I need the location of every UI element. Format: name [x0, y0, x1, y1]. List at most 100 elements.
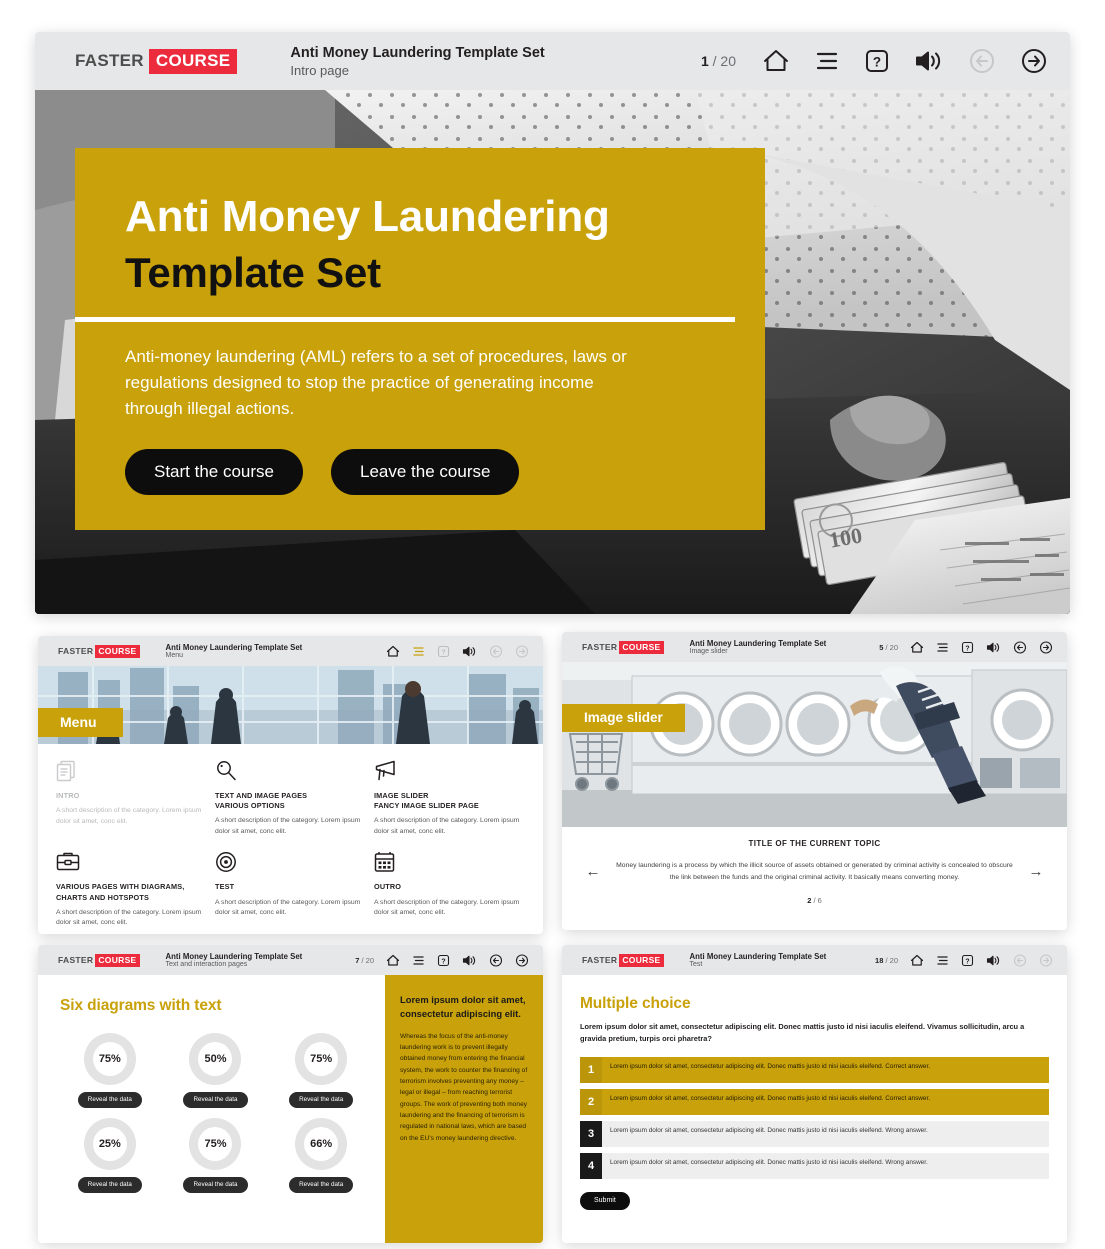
menu-icon[interactable]: [936, 641, 949, 654]
reveal-data-button[interactable]: Reveal the data: [289, 1177, 354, 1193]
sound-icon[interactable]: [462, 645, 477, 658]
menu-item-desc: A short description of the category. Lor…: [56, 908, 202, 927]
course-header: FASTER COURSE Anti Money Laundering Temp…: [562, 632, 1067, 662]
header-nav-icons: ?: [386, 644, 529, 658]
svg-text:?: ?: [965, 958, 969, 965]
intro-page-panel: FASTER COURSE Anti Money Laundering Temp…: [35, 32, 1070, 614]
svg-text:?: ?: [965, 645, 969, 652]
option-text: Lorem ipsum dolor sit amet, consectetur …: [610, 1159, 928, 1167]
svg-text:?: ?: [441, 649, 445, 656]
start-course-button[interactable]: Start the course: [125, 448, 304, 495]
help-icon[interactable]: ?: [864, 48, 890, 74]
course-header: FASTER COURSE Anti Money Laundering Temp…: [38, 945, 543, 975]
diagrams-left-column: Six diagrams with text 75% Reveal the da…: [38, 975, 385, 1243]
side-panel-body: Whereas the focus of the anti-money laun…: [400, 1032, 528, 1142]
menu-icon[interactable]: [936, 954, 949, 967]
briefcase-icon: [56, 851, 207, 873]
reveal-data-button[interactable]: Reveal the data: [183, 1092, 248, 1108]
help-icon[interactable]: ?: [437, 954, 450, 967]
menu-item-image-slider[interactable]: IMAGE SLIDER FANCY IMAGE SLIDER PAGE A s…: [374, 760, 525, 837]
header-nav-icons: ?: [762, 48, 1048, 74]
diagrams-side-panel: Lorem ipsum dolor sit amet, consectetur …: [385, 975, 543, 1243]
page-current: 5: [879, 642, 884, 652]
menu-icon[interactable]: [412, 645, 425, 658]
fastercourse-logo: FASTER COURSE: [58, 644, 140, 658]
slider-tag: Image slider: [562, 704, 685, 732]
option-text: Lorem ipsum dolor sit amet, consectetur …: [610, 1063, 931, 1071]
next-icon: [515, 644, 529, 658]
menu-item-desc: A short description of the category. Lor…: [215, 898, 361, 917]
slider-prev-arrow-icon[interactable]: ←: [578, 863, 608, 880]
quiz-option[interactable]: 4 Lorem ipsum dolor sit amet, consectetu…: [580, 1153, 1049, 1180]
slide-total: 6: [817, 896, 822, 906]
page-separator: /: [885, 955, 888, 965]
page-counter: 18 / 20: [875, 956, 910, 965]
slider-next-arrow-icon[interactable]: →: [1021, 863, 1051, 880]
page-current: 7: [355, 955, 360, 965]
header-nav-icons: ?: [910, 953, 1053, 967]
help-icon[interactable]: ?: [961, 641, 974, 654]
fastercourse-logo: FASTER COURSE: [582, 953, 664, 967]
prev-icon: [968, 48, 996, 74]
quiz-options-list: 1 Lorem ipsum dolor sit amet, consectetu…: [580, 1057, 1049, 1180]
reveal-data-button[interactable]: Reveal the data: [77, 1092, 142, 1108]
quiz-option[interactable]: 2 Lorem ipsum dolor sit amet, consectetu…: [580, 1089, 1049, 1116]
menu-item-text-and-image-pages[interactable]: TEXT AND IMAGE PAGES VARIOUS OPTIONS A s…: [215, 760, 366, 837]
reveal-data-button[interactable]: Reveal the data: [77, 1177, 142, 1193]
home-icon[interactable]: [762, 48, 790, 74]
menu-item-intro[interactable]: INTRO A short description of the categor…: [56, 760, 207, 837]
donut-value: 75%: [98, 1053, 121, 1065]
reveal-data-button[interactable]: Reveal the data: [289, 1092, 354, 1108]
header-titles: Anti Money Laundering Template Set Text …: [140, 952, 356, 969]
menu-item-various-pages[interactable]: VARIOUS PAGES WITH DIAGRAMS, CHARTS AND …: [56, 851, 207, 928]
help-icon[interactable]: ?: [437, 645, 450, 658]
home-icon[interactable]: [910, 954, 924, 967]
prev-icon[interactable]: [1013, 640, 1027, 654]
home-icon[interactable]: [386, 954, 400, 967]
logo-word-course: COURSE: [95, 644, 140, 658]
donut-ring: 75%: [83, 1033, 136, 1085]
page-current: 18: [875, 955, 884, 965]
quiz-option[interactable]: 1 Lorem ipsum dolor sit amet, consectetu…: [580, 1057, 1049, 1084]
submit-button[interactable]: Submit: [580, 1192, 630, 1211]
sound-icon[interactable]: [986, 641, 1001, 654]
six-diagrams-page-panel: FASTER COURSE Anti Money Laundering Temp…: [38, 945, 543, 1243]
slider-photo-laundromat: [562, 662, 1067, 827]
next-icon[interactable]: [1020, 48, 1048, 74]
quiz-option[interactable]: 3 Lorem ipsum dolor sit amet, consectetu…: [580, 1121, 1049, 1148]
page-separator: /: [712, 53, 717, 69]
prev-icon[interactable]: [489, 953, 503, 967]
leave-course-button[interactable]: Leave the course: [331, 448, 520, 495]
next-icon: [1039, 953, 1053, 967]
menu-item-title: INTRO: [56, 791, 80, 800]
next-icon[interactable]: [1039, 640, 1053, 654]
menu-item-desc: A short description of the category. Lor…: [374, 898, 520, 917]
sound-icon[interactable]: [462, 954, 477, 967]
quiz-question: Lorem ipsum dolor sit amet, consectetur …: [580, 1022, 1025, 1044]
option-text: Lorem ipsum dolor sit amet, consectetur …: [610, 1095, 931, 1103]
fastercourse-logo: FASTER COURSE: [582, 640, 664, 654]
slider-navigation-row: ← Money laundering is a process by which…: [578, 860, 1051, 883]
donut-ring: 25%: [83, 1118, 136, 1170]
sound-icon[interactable]: [914, 48, 944, 74]
option-number: 2: [580, 1089, 602, 1116]
home-icon[interactable]: [386, 645, 400, 658]
help-icon[interactable]: ?: [961, 954, 974, 967]
menu-icon[interactable]: [814, 48, 840, 74]
sound-icon[interactable]: [986, 954, 1001, 967]
header-titles: Anti Money Laundering Template Set Intro…: [237, 45, 701, 78]
prev-icon: [1013, 953, 1027, 967]
menu-icon[interactable]: [412, 954, 425, 967]
fastercourse-logo: FASTER COURSE: [75, 48, 238, 74]
page-counter: 1 / 20: [701, 53, 762, 69]
reveal-data-button[interactable]: Reveal the data: [183, 1177, 248, 1193]
next-icon[interactable]: [515, 953, 529, 967]
side-panel-heading: Lorem ipsum dolor sit amet, consectetur …: [400, 994, 526, 1019]
donut-ring: 75%: [295, 1033, 348, 1085]
menu-item-title: OUTRO: [374, 882, 402, 892]
home-icon[interactable]: [910, 641, 924, 654]
intro-actions: Start the course Leave the course: [125, 448, 721, 495]
donut-value: 75%: [204, 1138, 227, 1150]
menu-item-test[interactable]: TEST A short description of the category…: [215, 851, 366, 928]
menu-item-outro[interactable]: OUTRO A short description of the categor…: [374, 851, 525, 928]
